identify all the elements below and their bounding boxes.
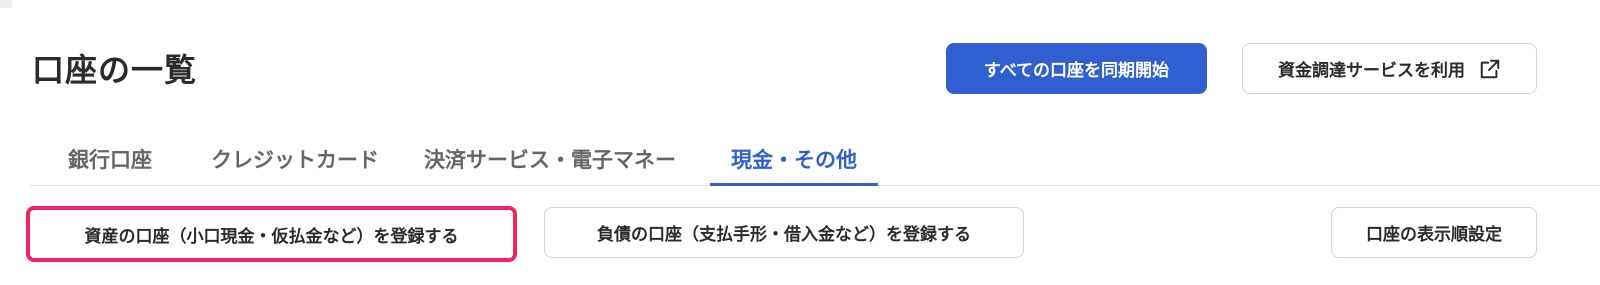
account-type-tabs: 銀行口座 クレジットカード 決済サービス・電子マネー 現金・その他 — [30, 140, 1600, 186]
funding-service-button[interactable]: 資金調達サービスを利用 — [1242, 43, 1537, 94]
sync-all-accounts-button[interactable]: すべての口座を同期開始 — [946, 43, 1207, 94]
external-link-icon — [1479, 58, 1501, 80]
account-display-order-button[interactable]: 口座の表示順設定 — [1331, 207, 1537, 258]
register-asset-account-button[interactable]: 資産の口座（小口現金・仮払金など）を登録する — [26, 206, 517, 262]
tab-cash-other[interactable]: 現金・その他 — [710, 140, 878, 186]
tab-credit-cards[interactable]: クレジットカード — [211, 140, 379, 186]
register-liability-account-button[interactable]: 負債の口座（支払手形・借入金など）を登録する — [544, 207, 1024, 258]
corner-mark — [0, 0, 12, 8]
tab-payment-services[interactable]: 決済サービス・電子マネー — [424, 140, 676, 186]
page-title: 口座の一覧 — [32, 51, 198, 89]
funding-service-label: 資金調達サービスを利用 — [1278, 61, 1465, 81]
tab-bank-accounts[interactable]: 銀行口座 — [68, 140, 152, 186]
accounts-page: 口座の一覧 すべての口座を同期開始 資金調達サービスを利用 銀行口座 クレジット… — [0, 0, 1600, 285]
